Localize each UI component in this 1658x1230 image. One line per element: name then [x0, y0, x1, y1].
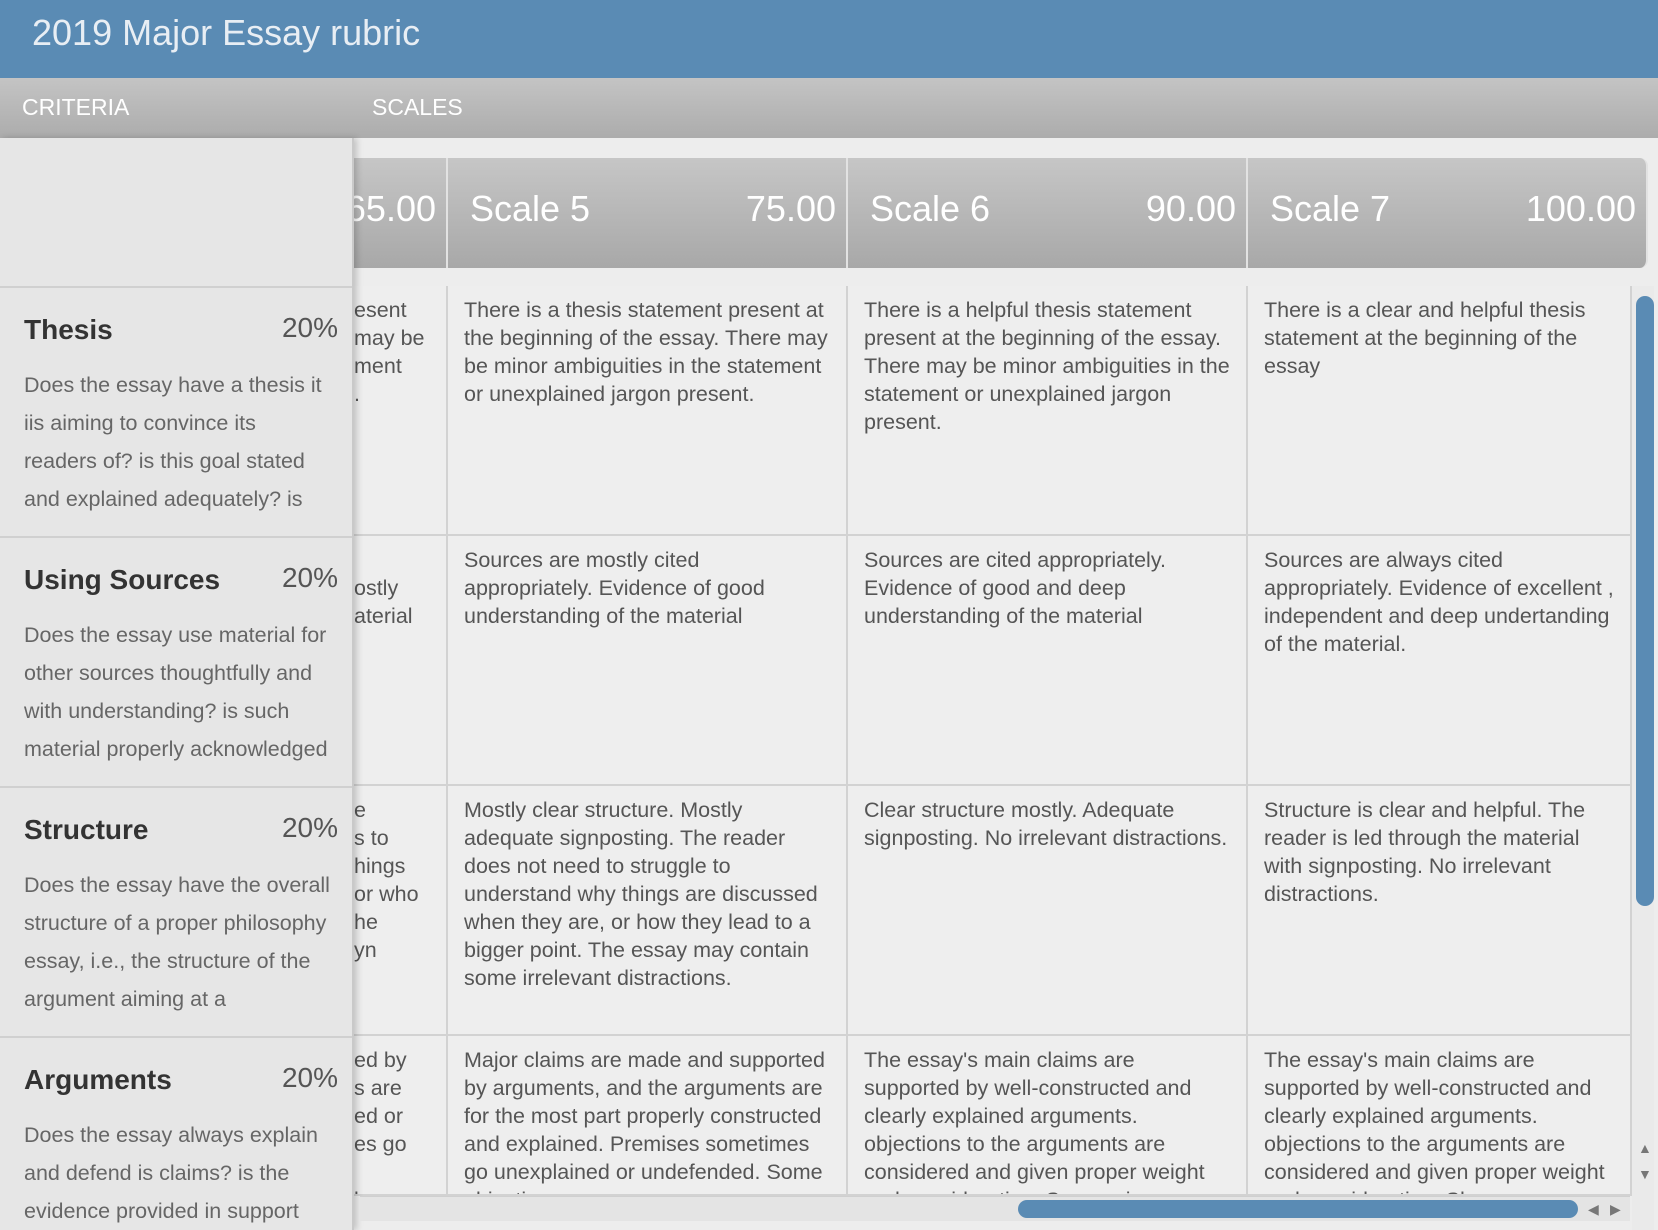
criterion-weight: 20%	[281, 812, 338, 843]
criterion-using-sources[interactable]: Using Sources 20% Does the essay use mat…	[0, 536, 352, 786]
scale-value: 90.00	[1145, 188, 1236, 229]
scale-value: 75.00	[745, 188, 836, 229]
criterion-description: Does the essay always explain and defend…	[24, 1123, 318, 1223]
scale-header-4: 65.00	[352, 158, 448, 268]
title-bar: 2019 Major Essay rubric	[0, 0, 1658, 79]
criteria-panel: Thesis 20% Does the essay have a thesis …	[0, 138, 354, 1230]
cell-structure-scale-7[interactable]: Structure is clear and helpful. The read…	[1248, 786, 1632, 1036]
criterion-description: Does the essay use material for other so…	[24, 623, 328, 776]
criterion-name: Thesis	[24, 314, 113, 345]
criterion-description: Does the essay have a thesis it iis aimi…	[24, 373, 322, 526]
cell-arguments-scale-7[interactable]: The essay's main claims are supported by…	[1248, 1036, 1632, 1196]
cell-sources-scale-5[interactable]: Sources are mostly cited appropriately. …	[448, 536, 848, 786]
cell-thesis-scale-6[interactable]: There is a helpful thesis statement pres…	[848, 286, 1248, 536]
cell-thesis-scale-4[interactable]: esent may be ment .	[352, 286, 448, 536]
scale-value: 65.00	[352, 188, 436, 229]
criterion-name: Arguments	[24, 1064, 172, 1095]
scroll-down-arrow-icon[interactable]: ▼	[1638, 1166, 1652, 1182]
scale-name: Scale 5	[470, 188, 591, 229]
scroll-left-arrow-icon[interactable]: ◀	[1588, 1201, 1599, 1218]
cell-structure-scale-4[interactable]: e s to hings or who he yn	[352, 786, 448, 1036]
scale-header-5: Scale 5 75.00	[448, 158, 848, 268]
scale-name: Scale 6	[870, 188, 991, 229]
cell-sources-scale-6[interactable]: Sources are cited appropriately. Evidenc…	[848, 536, 1248, 786]
scales-column-label: SCALES	[372, 94, 463, 120]
criterion-arguments[interactable]: Arguments 20% Does the essay always expl…	[0, 1036, 352, 1230]
horizontal-scroll-thumb[interactable]	[1018, 1200, 1578, 1218]
vertical-scroll-thumb[interactable]	[1636, 296, 1654, 906]
criterion-weight: 20%	[281, 312, 338, 343]
scales-grid: 65.00 Scale 5 75.00 Scale 6 90.00 Scale …	[352, 138, 1658, 1230]
scale-value: 100.00	[1525, 188, 1636, 229]
scale-header-6: Scale 6 90.00	[848, 158, 1248, 268]
cell-thesis-scale-7[interactable]: There is a clear and helpful thesis stat…	[1248, 286, 1632, 536]
cell-structure-scale-6[interactable]: Clear structure mostly. Adequate signpos…	[848, 786, 1248, 1036]
scale-name: Scale 7	[1270, 188, 1391, 229]
criteria-column-label: CRITERIA	[22, 94, 130, 120]
criterion-name: Structure	[24, 814, 149, 845]
column-header-bar: CRITERIA SCALES	[0, 78, 1658, 138]
criterion-weight: 20%	[281, 562, 338, 593]
criterion-weight: 20%	[281, 1062, 338, 1093]
scale-header-7: Scale 7 100.00	[1248, 158, 1648, 268]
cell-sources-scale-4[interactable]: ostly aterial	[352, 536, 448, 786]
cell-thesis-scale-5[interactable]: There is a thesis statement present at t…	[448, 286, 848, 536]
cell-structure-scale-5[interactable]: Mostly clear structure. Mostly adequate …	[448, 786, 848, 1036]
scroll-right-arrow-icon[interactable]: ▶	[1610, 1201, 1621, 1218]
criterion-description: Does the essay have the overall structur…	[24, 873, 330, 1026]
cell-arguments-scale-5[interactable]: Major claims are made and supported by a…	[448, 1036, 848, 1196]
scroll-up-arrow-icon[interactable]: ▲	[1638, 1140, 1652, 1156]
criterion-thesis[interactable]: Thesis 20% Does the essay have a thesis …	[0, 286, 352, 536]
cell-sources-scale-7[interactable]: Sources are always cited appropriately. …	[1248, 536, 1632, 786]
criterion-name: Using Sources	[24, 564, 221, 595]
criterion-structure[interactable]: Structure 20% Does the essay have the ov…	[0, 786, 352, 1036]
cell-arguments-scale-6[interactable]: The essay's main claims are supported by…	[848, 1036, 1248, 1196]
cell-arguments-scale-4[interactable]: ed by s are ed or es go l or are	[352, 1036, 448, 1196]
rubric-title: 2019 Major Essay rubric	[32, 12, 421, 53]
